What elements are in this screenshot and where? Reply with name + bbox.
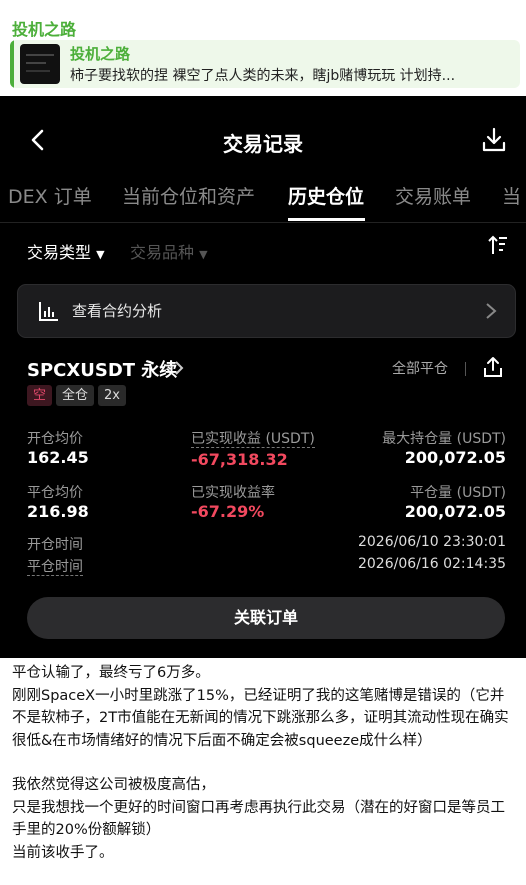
tab-history-positions[interactable]: 历史仓位 xyxy=(288,182,364,209)
filter-trade-type[interactable]: 交易类型 ▼ xyxy=(27,239,105,263)
tab-overflow[interactable]: 当 xyxy=(502,182,521,209)
margin-mode-tag: 全仓 xyxy=(56,385,95,406)
top-bar: 交易记录 xyxy=(0,96,526,180)
closed-amount-label: 平仓量 (USDT) xyxy=(410,485,506,501)
reply-text: 柿子要找软的捏 裸空了点人类的未来，瞎jb赌博玩玩 计划持... xyxy=(70,68,456,84)
chevron-right-icon xyxy=(486,303,497,319)
max-position-label: 最大持仓量 (USDT) xyxy=(382,431,506,447)
filter-instrument[interactable]: 交易品种 ▼ xyxy=(130,239,208,263)
chevron-right-icon[interactable] xyxy=(173,360,185,376)
reply-thumbnail xyxy=(20,44,60,84)
share-icon[interactable] xyxy=(482,356,504,378)
post-body: 平仓认输了，最终亏了6万多。 刚刚SpaceX一小时里跳涨了15%，已经证明了我… xyxy=(12,662,517,864)
open-avg-label: 开仓均价 xyxy=(27,431,83,447)
page-title: 交易记录 xyxy=(223,132,303,156)
reply-accent-bar xyxy=(10,40,14,88)
post-line xyxy=(12,752,517,774)
trade-history-screenshot: 交易记录 DEX 订单 当前仓位和资产 历史仓位 交易账单 当 交易类型 ▼ 交… xyxy=(0,96,526,658)
side-tag: 空 xyxy=(27,385,53,406)
position-tags: 空全仓 2x xyxy=(27,384,130,406)
closed-amount-value: 200,072.05 xyxy=(404,502,506,521)
realized-pnl-label[interactable]: 已实现收益 (USDT) xyxy=(191,431,315,448)
open-time-value: 2026/06/10 23:30:01 xyxy=(357,534,506,550)
contract-analysis-button[interactable]: 查看合约分析 xyxy=(17,284,516,338)
tab-current-positions[interactable]: 当前仓位和资产 xyxy=(122,182,255,209)
caret-down-icon: ▼ xyxy=(199,248,208,261)
post-line: 平仓认输了，最终亏了6万多。 xyxy=(12,665,210,681)
bar-chart-icon xyxy=(39,302,58,321)
pnl-rate-label: 已实现收益率 xyxy=(191,485,275,501)
download-icon[interactable] xyxy=(480,126,508,154)
active-tab-indicator xyxy=(288,218,365,221)
post-line: 刚刚SpaceX一小时里跳涨了15%，已经证明了我的这笔赌博是错误的（它并不是软… xyxy=(12,687,509,749)
pnl-rate-value: -67.29% xyxy=(191,502,265,521)
close-avg-label: 平仓均价 xyxy=(27,485,83,501)
open-avg-value: 162.45 xyxy=(27,448,89,467)
open-time-label: 开仓时间 xyxy=(27,537,83,553)
filter-trade-type-label: 交易类型 xyxy=(27,243,92,262)
position-pair[interactable]: SPCXUSDT 永续 xyxy=(27,356,177,382)
close-avg-value: 216.98 xyxy=(27,502,89,521)
max-position-value: 200,072.05 xyxy=(404,448,506,467)
caret-down-icon: ▼ xyxy=(96,248,105,261)
tab-trade-bills[interactable]: 交易账单 xyxy=(395,182,471,209)
channel-header: 投机之路 投机之路 柿子要找软的捏 裸空了点人类的未来，瞎jb赌博玩玩 计划持.… xyxy=(0,0,526,96)
post-line: 只是我想找一个更好的时间窗口再考虑再执行此交易（潜在的好窗口是等员工手里的20%… xyxy=(12,799,505,839)
post-line: 我依然觉得这公司被极度高估， xyxy=(12,777,215,793)
leverage-tag: 2x xyxy=(98,385,126,406)
close-all-button[interactable]: 全部平仓 xyxy=(392,358,448,378)
sort-icon[interactable] xyxy=(486,234,510,258)
filter-row: 交易类型 ▼ 交易品种 ▼ xyxy=(0,234,526,263)
linked-orders-button[interactable]: 关联订单 xyxy=(27,597,505,639)
channel-name[interactable]: 投机之路 xyxy=(12,16,76,40)
realized-pnl-value: -67,318.32 xyxy=(191,450,288,469)
divider xyxy=(465,362,466,376)
filter-instrument-label: 交易品种 xyxy=(130,243,195,262)
post-line: 当前该收手了。 xyxy=(12,844,114,861)
reply-title: 投机之路 xyxy=(70,45,131,63)
tab-bar: DEX 订单 当前仓位和资产 历史仓位 交易账单 当 xyxy=(0,180,526,223)
close-time-label[interactable]: 平仓时间 xyxy=(27,559,83,576)
reply-preview[interactable]: 投机之路 柿子要找软的捏 裸空了点人类的未来，瞎jb赌博玩玩 计划持... xyxy=(10,40,520,88)
close-time-value: 2026/06/16 02:14:35 xyxy=(357,556,506,572)
contract-analysis-label: 查看合约分析 xyxy=(72,302,163,320)
tab-dex-orders[interactable]: DEX 订单 xyxy=(8,182,92,209)
